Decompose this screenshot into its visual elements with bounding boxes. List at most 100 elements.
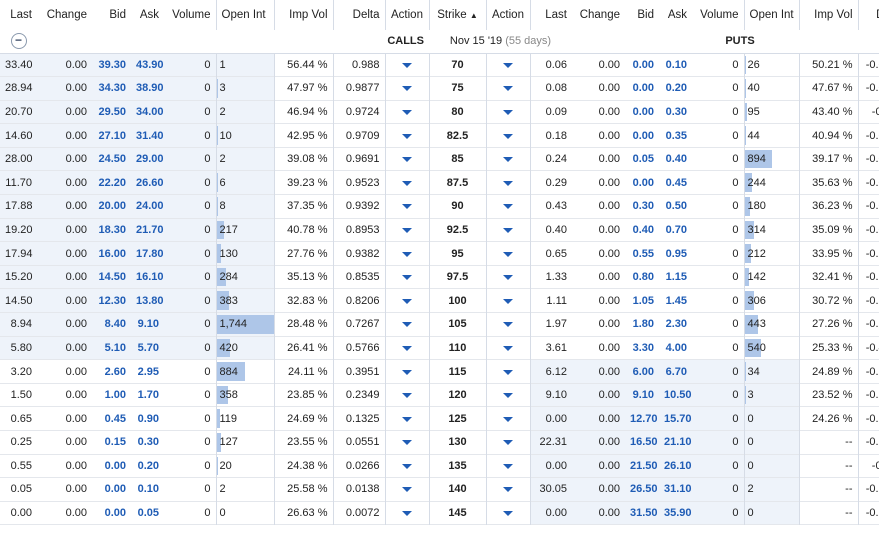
put-bid[interactable]: 0.00 [625, 100, 659, 124]
put-action-cell[interactable] [485, 477, 530, 502]
put-ask[interactable]: 0.95 [659, 242, 692, 266]
put-action-cell[interactable] [485, 194, 530, 219]
call-ask[interactable]: 31.40 [131, 123, 164, 148]
put-ask[interactable]: 35.90 [659, 501, 692, 525]
dropdown-arrow-icon[interactable] [503, 322, 513, 328]
call-bid[interactable]: 0.00 [92, 501, 131, 525]
put-action-cell[interactable] [485, 383, 530, 407]
call-action-cell[interactable] [384, 383, 429, 407]
call-bid[interactable]: 20.00 [92, 194, 131, 219]
option-row[interactable]: 14.50 0.00 12.30 13.80 0 383 32.83 % 0.8206 100 1… [0, 288, 879, 313]
call-bid[interactable]: 1.00 [92, 383, 131, 407]
option-row[interactable]: 0.05 0.00 0.00 0.10 0 2 25.58 % 0.0138 140 30.05 0… [0, 477, 879, 502]
dropdown-arrow-icon[interactable] [402, 227, 412, 233]
dropdown-arrow-icon[interactable] [503, 251, 513, 257]
call-action-cell[interactable] [384, 430, 429, 455]
option-row[interactable]: 14.60 0.00 27.10 31.40 0 10 42.95 % 0.9709 82.5 0… [0, 123, 879, 148]
dropdown-arrow-icon[interactable] [402, 86, 412, 92]
call-bid[interactable]: 5.10 [92, 336, 131, 360]
call-ask[interactable]: 17.80 [131, 241, 164, 266]
put-bid[interactable]: 21.50 [625, 454, 659, 478]
dropdown-arrow-icon[interactable] [503, 62, 513, 68]
call-bid[interactable]: 0.00 [92, 478, 131, 502]
put-bid[interactable]: 1.80 [625, 313, 659, 337]
collapse-icon[interactable]: − [10, 33, 27, 50]
call-ask[interactable]: 38.90 [131, 76, 164, 101]
call-ask[interactable]: 0.10 [131, 478, 164, 502]
put-action-cell[interactable] [485, 241, 530, 266]
col-put-last[interactable]: Last [529, 0, 572, 30]
dropdown-arrow-icon[interactable] [402, 322, 412, 328]
call-action-cell[interactable] [384, 241, 429, 266]
dropdown-arrow-icon[interactable] [402, 416, 412, 422]
put-ask[interactable]: 31.10 [659, 477, 692, 502]
option-row[interactable]: 20.70 0.00 29.50 34.00 0 2 46.94 % 0.9724 80 0.09… [0, 100, 879, 124]
dropdown-arrow-icon[interactable] [402, 369, 412, 375]
dropdown-arrow-icon[interactable] [402, 463, 412, 469]
dropdown-arrow-icon[interactable] [402, 511, 412, 517]
option-row[interactable]: 28.00 0.00 24.50 29.00 0 2 39.08 % 0.9691 85 0.24… [0, 147, 879, 171]
col-strike[interactable]: Strike ▲ [428, 0, 486, 30]
put-action-cell[interactable] [485, 288, 530, 313]
call-bid[interactable]: 18.30 [92, 218, 131, 242]
col-put-bid[interactable]: Bid [625, 0, 659, 30]
col-call-bid[interactable]: Bid [92, 0, 131, 30]
put-bid[interactable]: 31.50 [625, 501, 659, 525]
put-bid[interactable]: 3.30 [625, 336, 659, 360]
call-action-cell[interactable] [384, 406, 429, 431]
put-bid[interactable]: 12.70 [625, 406, 659, 431]
call-action-cell[interactable] [384, 100, 429, 124]
put-action-cell[interactable] [485, 359, 530, 384]
call-action-cell[interactable] [384, 147, 429, 171]
call-action-cell[interactable] [384, 454, 429, 478]
dropdown-arrow-icon[interactable] [503, 369, 513, 375]
put-bid[interactable]: 1.05 [625, 289, 659, 313]
dropdown-arrow-icon[interactable] [402, 345, 412, 351]
put-ask[interactable]: 1.15 [659, 265, 692, 289]
dropdown-arrow-icon[interactable] [503, 275, 513, 281]
put-ask[interactable]: 15.70 [659, 406, 692, 431]
call-bid[interactable]: 39.30 [92, 53, 131, 77]
call-bid[interactable]: 22.20 [92, 170, 131, 195]
dropdown-arrow-icon[interactable] [503, 440, 513, 446]
call-action-cell[interactable] [384, 170, 429, 195]
call-bid[interactable]: 2.60 [92, 360, 131, 384]
dropdown-arrow-icon[interactable] [503, 109, 513, 115]
dropdown-arrow-icon[interactable] [503, 157, 513, 163]
call-action-cell[interactable] [384, 477, 429, 502]
call-ask[interactable]: 0.05 [131, 501, 164, 525]
call-bid[interactable]: 8.40 [92, 312, 131, 337]
option-row[interactable]: 28.94 0.00 34.30 38.90 0 3 47.97 % 0.9877 75 0.08… [0, 76, 879, 101]
put-ask[interactable]: 1.45 [659, 289, 692, 313]
dropdown-arrow-icon[interactable] [503, 416, 513, 422]
dropdown-arrow-icon[interactable] [503, 298, 513, 304]
call-bid[interactable]: 0.15 [92, 431, 131, 455]
call-action-cell[interactable] [384, 336, 429, 360]
col-call-ask[interactable]: Ask [131, 0, 164, 30]
put-action-cell[interactable] [485, 312, 530, 337]
option-row[interactable]: 17.88 0.00 20.00 24.00 0 8 37.35 % 0.9392 90 0.43… [0, 194, 879, 219]
dropdown-arrow-icon[interactable] [503, 204, 513, 210]
put-bid[interactable]: 0.55 [625, 242, 659, 266]
put-ask[interactable]: 0.40 [659, 147, 692, 171]
call-ask[interactable]: 34.00 [131, 100, 164, 124]
call-bid[interactable]: 34.30 [92, 76, 131, 101]
dropdown-arrow-icon[interactable] [503, 180, 513, 186]
put-ask[interactable]: 0.50 [659, 195, 692, 219]
put-ask[interactable]: 4.00 [659, 336, 692, 360]
put-action-cell[interactable] [485, 76, 530, 101]
put-bid[interactable]: 0.80 [625, 265, 659, 289]
put-ask[interactable]: 0.20 [659, 77, 692, 101]
put-bid[interactable]: 6.00 [625, 359, 659, 384]
put-action-cell[interactable] [485, 147, 530, 171]
dropdown-arrow-icon[interactable] [402, 204, 412, 210]
put-bid[interactable]: 0.05 [625, 147, 659, 171]
put-action-cell[interactable] [485, 170, 530, 195]
option-row[interactable]: 15.20 0.00 14.50 16.10 0 284 35.13 % 0.8535 97.5… [0, 265, 879, 289]
option-row[interactable]: 3.20 0.00 2.60 2.95 0 884 24.11 % 0.3951 115 6.12… [0, 359, 879, 384]
col-call-delta[interactable]: Delta [332, 0, 385, 30]
put-ask[interactable]: 0.30 [659, 100, 692, 124]
dropdown-arrow-icon[interactable] [503, 393, 513, 399]
put-action-cell[interactable] [485, 123, 530, 148]
call-ask[interactable]: 26.60 [131, 170, 164, 195]
